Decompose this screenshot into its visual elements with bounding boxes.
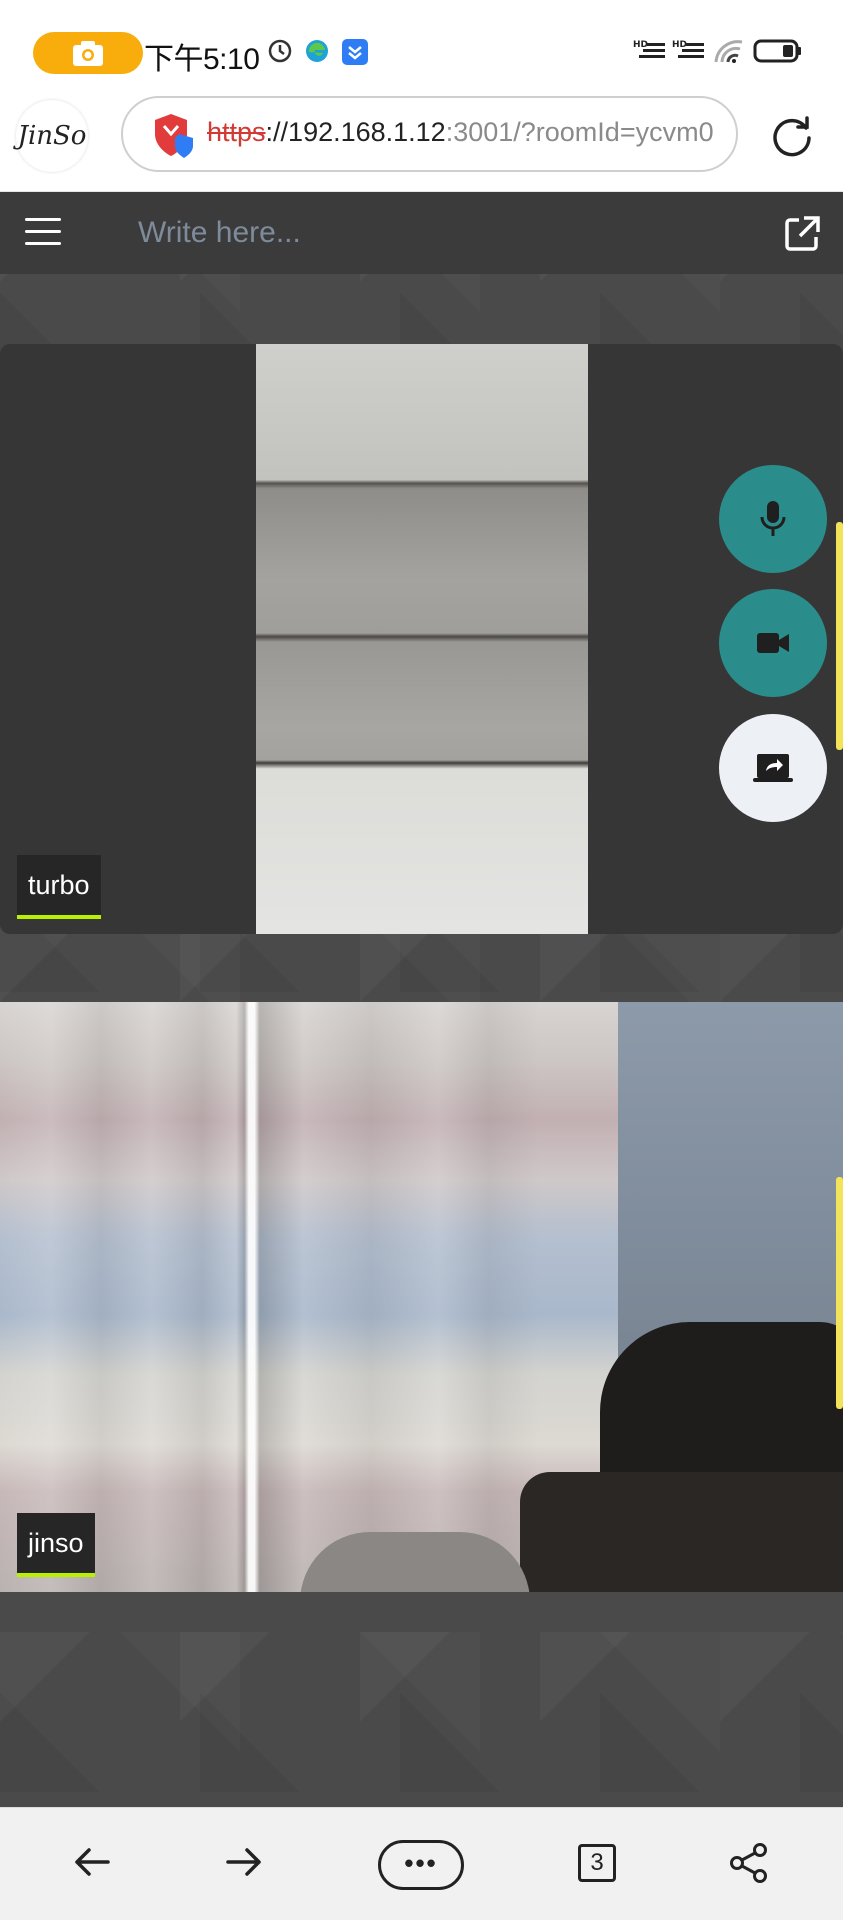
video-tile-local[interactable]: jinso <box>0 1002 843 1592</box>
video-camera-icon <box>757 633 789 653</box>
camera-recording-icon <box>73 41 103 66</box>
svg-text:HD: HD <box>633 40 648 50</box>
video-feed <box>256 344 588 934</box>
url-path: :3001/?roomId=ycvm0 <box>445 117 714 147</box>
forward-arrow-icon[interactable] <box>224 1842 264 1882</box>
reload-icon[interactable] <box>770 114 814 158</box>
browser-address-bar: JinSo https://192.168.1.12:3001/?roomId=… <box>0 96 843 192</box>
edge-browser-icon <box>306 40 328 62</box>
share-icon[interactable] <box>728 1842 770 1884</box>
tabs-button[interactable]: 3 <box>578 1844 616 1882</box>
microphone-toggle-button[interactable] <box>719 465 827 573</box>
battery-icon <box>753 39 801 63</box>
svg-text:HD: HD <box>672 40 687 50</box>
video-tile-remote[interactable]: turbo <box>0 344 843 934</box>
site-logo[interactable]: JinSo <box>16 100 88 172</box>
scroll-indicator[interactable] <box>836 522 843 750</box>
security-warning-icon[interactable] <box>151 112 195 158</box>
hd-signal-icon: HD <box>633 40 665 58</box>
participant-name: jinso <box>17 1513 95 1577</box>
url-text: https://192.168.1.12:3001/?roomId=ycvm0 <box>207 117 727 148</box>
meeting-room: turbo jinso <box>0 192 843 1807</box>
wifi-icon <box>714 40 743 63</box>
popout-icon[interactable] <box>782 214 822 254</box>
screen-recording-indicator[interactable] <box>33 32 143 74</box>
hd-signal-icon: HD <box>672 40 704 58</box>
hamburger-menu-icon[interactable] <box>25 218 61 246</box>
url-host: ://192.168.1.12 <box>265 117 446 147</box>
microphone-icon <box>760 501 786 536</box>
video-feed-clothes <box>300 1532 530 1592</box>
screen-share-button[interactable] <box>719 714 827 822</box>
screen-share-icon <box>753 754 793 782</box>
url-field[interactable]: https://192.168.1.12:3001/?roomId=ycvm0 <box>121 96 738 172</box>
status-bar: 下午5:10 HD HD <box>0 0 843 96</box>
back-arrow-icon[interactable] <box>72 1842 112 1882</box>
camera-toggle-button[interactable] <box>719 589 827 697</box>
video-feed-chair-seat <box>520 1472 843 1592</box>
message-input[interactable] <box>138 206 738 260</box>
alarm-icon <box>268 39 292 63</box>
browser-bottom-nav: ••• 3 <box>0 1807 843 1920</box>
shield-app-icon <box>342 39 368 65</box>
room-topbar <box>0 192 843 274</box>
scroll-indicator[interactable] <box>836 1177 843 1409</box>
status-time: 下午5:10 <box>144 43 260 76</box>
url-scheme: https <box>207 117 266 147</box>
more-menu-button[interactable]: ••• <box>378 1840 464 1890</box>
participant-name: turbo <box>17 855 101 919</box>
